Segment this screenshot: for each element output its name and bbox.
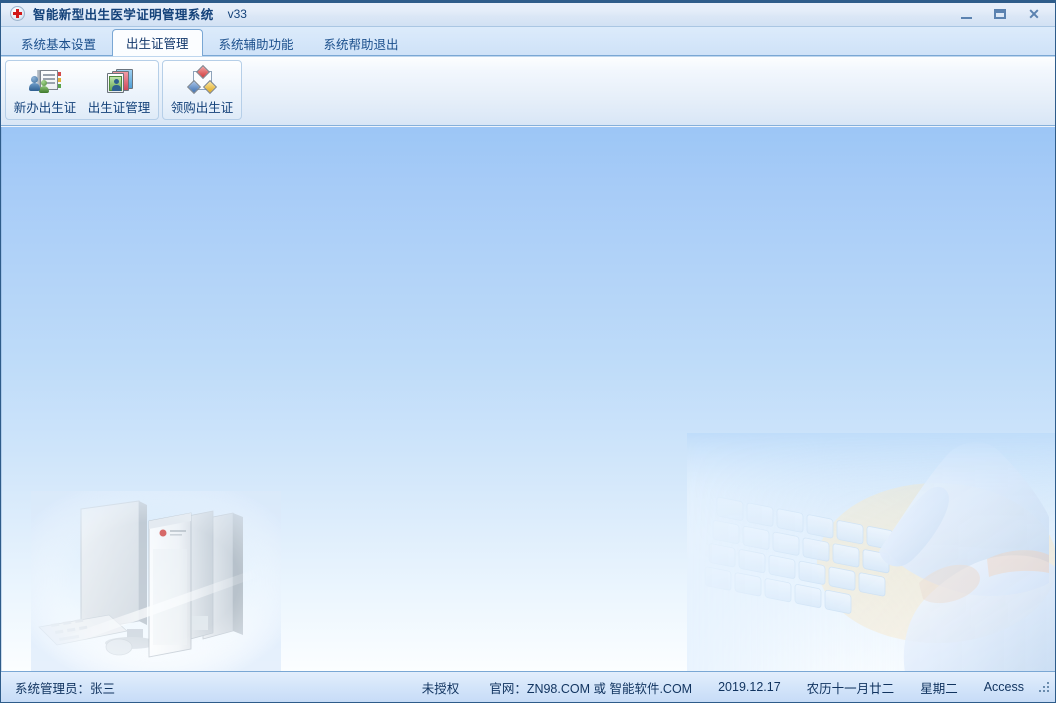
toolbar-group-purchase: 领购出生证 (162, 60, 242, 120)
desktop-computer-illustration (31, 491, 281, 671)
window-controls: ✕ (949, 3, 1051, 25)
status-bar: 系统管理员：张三 未授权 官网：ZN98.COM 或 智能软件.COM 2019… (1, 671, 1055, 702)
tab-system-tools[interactable]: 系统辅助功能 (205, 30, 308, 55)
tool-button-label: 领购出生证 (170, 101, 234, 115)
resize-grip-icon[interactable] (1038, 680, 1052, 694)
status-website: 官网：ZN98.COM 或 智能软件.COM (489, 681, 693, 696)
tab-bar: 系统基本设置 出生证管理 系统辅助功能 系统帮助退出 (1, 27, 1055, 56)
workspace-left-edge (1, 127, 2, 673)
window-title: 智能新型出生医学证明管理系统 (33, 8, 214, 22)
ribbon-toolbar: 新办出生证 出生证管理 领购出生证 (1, 56, 1055, 126)
status-weekday: 星期二 (920, 681, 958, 696)
purchase-certificate-icon (186, 64, 218, 98)
tab-system-settings[interactable]: 系统基本设置 (7, 30, 110, 55)
purchase-certificate-button[interactable]: 领购出生证 (165, 63, 239, 117)
toolbar-group-birth-certificate: 新办出生证 出生证管理 (5, 60, 159, 120)
manage-certificates-button[interactable]: 出生证管理 (82, 63, 156, 117)
close-button[interactable]: ✕ (1017, 4, 1051, 24)
new-certificate-button[interactable]: 新办出生证 (8, 63, 82, 117)
status-date: 2019.12.17 (718, 680, 781, 694)
status-operator: 系统管理员：张三 (15, 681, 116, 696)
ribbon-top-divider (1, 56, 1055, 57)
title-bar-accent-line (1, 1, 1055, 3)
main-workspace (1, 127, 1055, 673)
maximize-button[interactable] (983, 4, 1017, 24)
status-database: Access (983, 680, 1024, 694)
tool-button-label: 新办出生证 (13, 101, 77, 115)
tab-label: 系统辅助功能 (218, 37, 294, 52)
manage-certificates-icon (103, 68, 135, 98)
close-icon: ✕ (1028, 6, 1040, 22)
tab-label: 系统帮助退出 (323, 37, 399, 52)
status-license: 未授权 (421, 681, 460, 696)
application-window: 智能新型出生医学证明管理系统 v33 ✕ 系统基本设置 出生证管理 系统辅助功能… (0, 0, 1056, 703)
status-lunar-date: 农历十一月廿二 (806, 681, 895, 696)
minimize-icon (960, 16, 972, 19)
tab-label: 系统基本设置 (21, 37, 97, 52)
tab-help-exit[interactable]: 系统帮助退出 (310, 30, 413, 55)
minimize-button[interactable] (949, 4, 983, 24)
version-label: v33 (227, 6, 247, 21)
new-certificate-icon (29, 68, 61, 98)
tab-label: 出生证管理 (126, 37, 189, 51)
medical-cross-icon (10, 5, 26, 22)
tab-birth-certificate-management[interactable]: 出生证管理 (112, 29, 203, 56)
tool-button-label: 出生证管理 (87, 101, 151, 115)
hands-typing-keyboard-illustration (687, 433, 1055, 673)
title-bar: 智能新型出生医学证明管理系统 v33 ✕ (1, 1, 1055, 27)
maximize-icon (994, 9, 1006, 19)
